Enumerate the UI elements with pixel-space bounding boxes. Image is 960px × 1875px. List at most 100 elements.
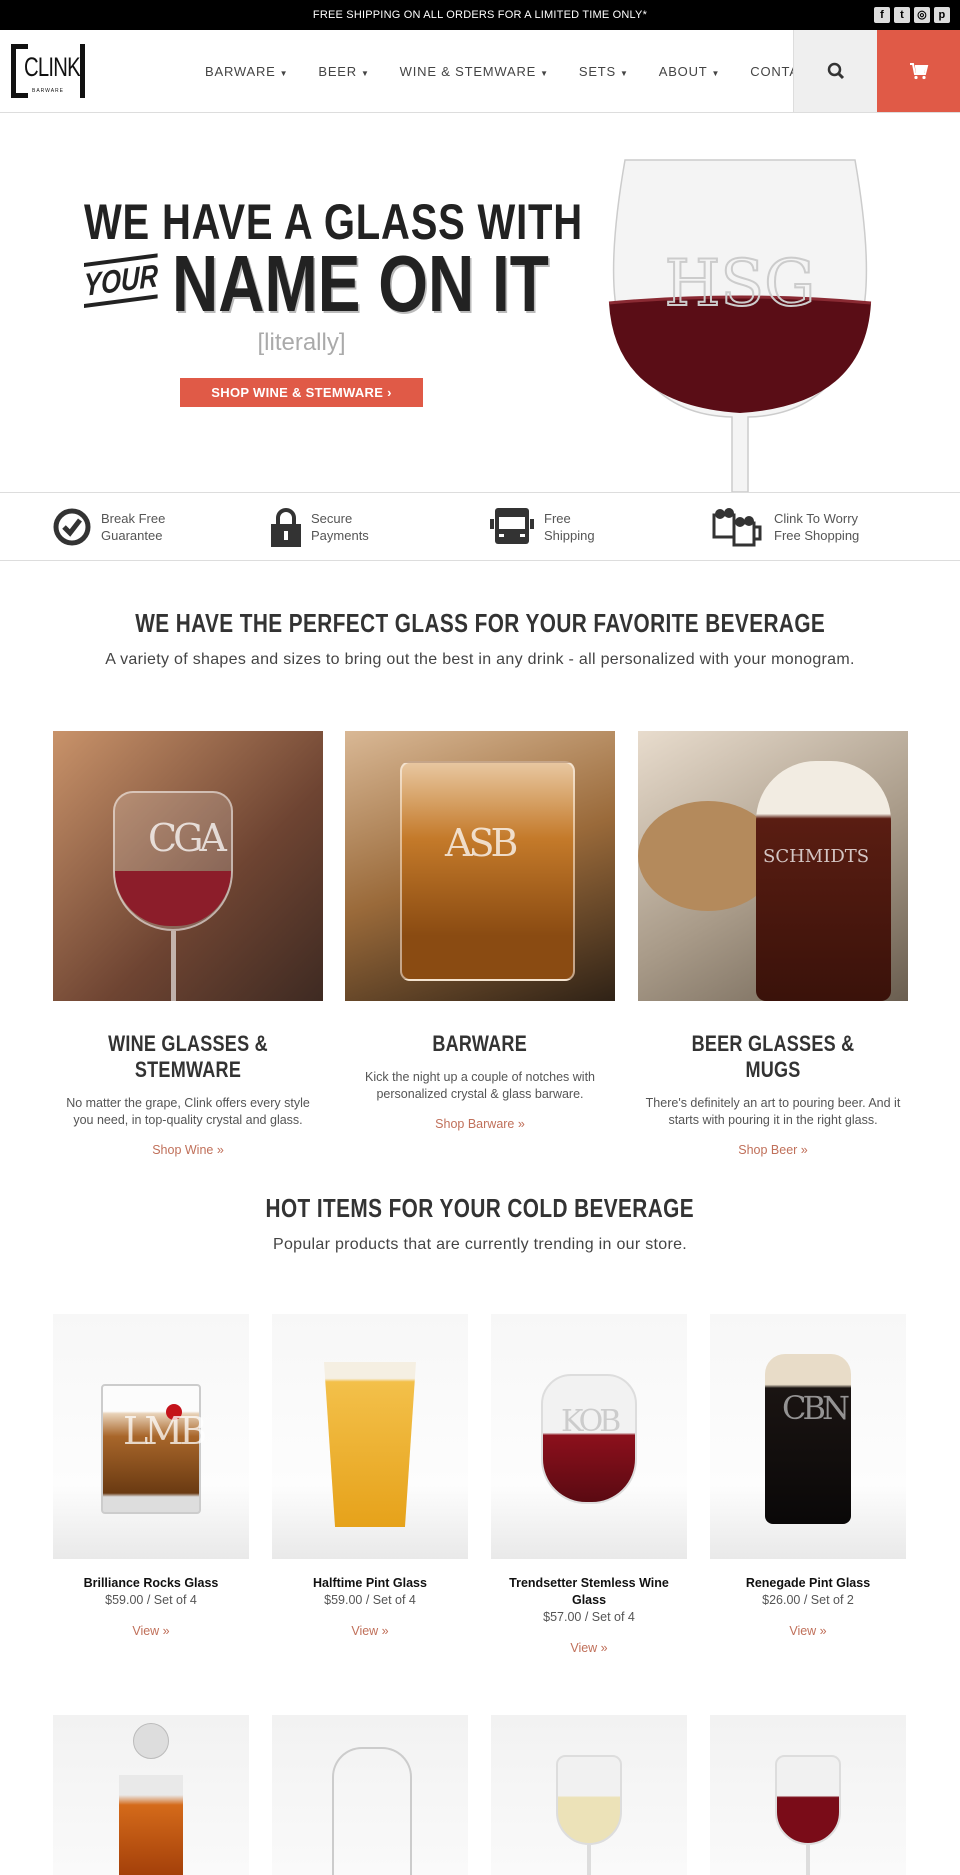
facebook-icon[interactable]: f bbox=[874, 7, 890, 23]
nav-label: WINE & STEMWARE bbox=[399, 63, 537, 79]
twitter-icon[interactable]: t bbox=[894, 7, 910, 23]
view-product-link[interactable]: View » bbox=[491, 1641, 687, 1655]
nav-about[interactable]: ABOUT ▼ bbox=[659, 64, 721, 79]
feature-label: Break Free bbox=[101, 510, 166, 526]
logo[interactable]: CLINK BARWARE bbox=[11, 44, 85, 98]
instagram-icon[interactable]: ◎ bbox=[914, 7, 930, 23]
product-name[interactable]: Brilliance Rocks Glass bbox=[53, 1575, 249, 1592]
caret-down-icon: ▼ bbox=[620, 68, 629, 78]
product-image-carafe[interactable] bbox=[272, 1715, 468, 1875]
category-description: No matter the grape, Clink offers every … bbox=[66, 1096, 310, 1127]
shop-beer-link[interactable]: Shop Beer » bbox=[638, 1143, 908, 1157]
product-image[interactable] bbox=[272, 1314, 468, 1559]
product-image[interactable]: LMB bbox=[53, 1314, 249, 1559]
hot-items-title: HOT ITEMS FOR YOUR COLD BEVERAGE bbox=[0, 1193, 960, 1224]
cart-button[interactable] bbox=[877, 30, 960, 112]
hot-items-subtitle: Popular products that are currently tren… bbox=[272, 1236, 688, 1253]
category-description: Kick the night up a couple of notches wi… bbox=[364, 1070, 595, 1101]
monogram: SCHMIDTS bbox=[763, 846, 870, 867]
logo-text: CLINK bbox=[24, 52, 81, 82]
main-nav: BARWARE ▼ BEER ▼ WINE & STEMWARE ▼ SETS ▼ AB… bbox=[205, 30, 818, 112]
category-wine: CGA WINE GLASSES & STEMWARE No matter th… bbox=[53, 731, 323, 1157]
social-links: f t ◎ p bbox=[874, 7, 950, 23]
monogram: KOB bbox=[561, 1404, 621, 1439]
caret-down-icon: ▼ bbox=[540, 68, 549, 78]
nav-label: BEER bbox=[318, 63, 357, 79]
feature-label: Clink To Worry bbox=[774, 510, 859, 526]
nav-label: BARWARE bbox=[205, 63, 276, 79]
feature-shipping: Free Shipping bbox=[490, 493, 595, 560]
product-name[interactable]: Halftime Pint Glass bbox=[272, 1575, 468, 1592]
search-button[interactable] bbox=[793, 30, 877, 112]
product-price: $59.00 / Set of 4 bbox=[324, 1593, 416, 1607]
product-name[interactable]: Renegade Pint Glass bbox=[710, 1575, 906, 1592]
view-product-link[interactable]: View » bbox=[710, 1624, 906, 1638]
beer-category-image[interactable]: SCHMIDTS bbox=[638, 731, 908, 1001]
shop-wine-link[interactable]: Shop Wine » bbox=[53, 1143, 323, 1157]
search-icon bbox=[827, 62, 844, 80]
nav-label: ABOUT bbox=[658, 63, 708, 79]
nav-barware[interactable]: BARWARE ▼ bbox=[205, 64, 288, 79]
categories-subtitle: A variety of shapes and sizes to bring o… bbox=[105, 651, 855, 668]
cart-icon bbox=[909, 63, 928, 80]
feature-label: Free bbox=[544, 510, 571, 526]
feature-guarantee: Break Free Guarantee bbox=[53, 493, 165, 560]
announcement-text: FREE SHIPPING ON ALL ORDERS FOR A LIMITE… bbox=[312, 9, 648, 21]
barware-category-image[interactable]: ASB bbox=[345, 731, 615, 1001]
product-card: KOB Trendsetter Stemless Wine Glass $57.… bbox=[491, 1314, 687, 1655]
title-text: BEER GLASSES & MUGS bbox=[691, 1031, 855, 1082]
beer-mugs-icon bbox=[712, 507, 762, 546]
product-name[interactable]: Trendsetter Stemless Wine Glass bbox=[491, 1575, 687, 1609]
logo-subtext: BARWARE bbox=[31, 88, 64, 94]
category-barware: ASB BARWARE Kick the night up a couple o… bbox=[345, 731, 615, 1131]
view-product-link[interactable]: View » bbox=[53, 1624, 249, 1638]
wine-glass-image: HSG bbox=[608, 159, 872, 492]
monogram: CGA bbox=[148, 816, 227, 860]
feature-label: Secure bbox=[311, 510, 353, 526]
feature-label: Free Shopping bbox=[774, 527, 860, 543]
hero-banner: WE HAVE A GLASS WITH YOUR NAME ON IT [li… bbox=[0, 113, 960, 492]
hero-headline-line2: NAME ON IT bbox=[172, 239, 549, 328]
nav-wine-stemware[interactable]: WINE & STEMWARE ▼ bbox=[400, 64, 549, 79]
category-title: WINE GLASSES & STEMWARE bbox=[53, 1031, 323, 1083]
truck-icon bbox=[490, 507, 534, 544]
nav-beer[interactable]: BEER ▼ bbox=[318, 64, 369, 79]
product-image-red-wine[interactable] bbox=[710, 1715, 906, 1875]
caret-down-icon: ▼ bbox=[360, 68, 370, 78]
product-card: Halftime Pint Glass $59.00 / Set of 4 Vi… bbox=[272, 1314, 468, 1638]
caret-down-icon: ▼ bbox=[711, 68, 721, 78]
product-image-decanter[interactable] bbox=[53, 1715, 249, 1875]
nav-sets[interactable]: SETS ▼ bbox=[579, 64, 629, 79]
wine-category-image[interactable]: CGA bbox=[53, 731, 323, 1001]
product-card: LMB Brilliance Rocks Glass $59.00 / Set … bbox=[53, 1314, 249, 1638]
feature-secure: Secure Payments bbox=[271, 493, 369, 560]
announcement-bar: FREE SHIPPING ON ALL ORDERS FOR A LIMITE… bbox=[0, 0, 960, 30]
monogram: ASB bbox=[445, 821, 518, 865]
monogram: LMB bbox=[123, 1409, 207, 1453]
view-product-link[interactable]: View » bbox=[272, 1624, 468, 1638]
product-image[interactable]: CBN bbox=[710, 1314, 906, 1559]
caret-down-icon: ▼ bbox=[279, 68, 289, 78]
feature-label: Guarantee bbox=[101, 527, 163, 543]
categories-title: WE HAVE THE PERFECT GLASS FOR YOUR FAVOR… bbox=[0, 608, 960, 639]
product-price: $59.00 / Set of 4 bbox=[105, 1593, 197, 1607]
hero-headline-your: YOUR bbox=[84, 253, 158, 308]
hero-tagline: [literally] bbox=[257, 329, 346, 356]
category-title: BEER GLASSES & MUGS bbox=[638, 1031, 908, 1083]
category-description: There's definitely an art to pouring bee… bbox=[645, 1096, 901, 1127]
hero-monogram: HSG bbox=[665, 247, 816, 321]
lock-icon bbox=[271, 507, 301, 547]
pinterest-icon[interactable]: p bbox=[934, 7, 950, 23]
category-title: BARWARE bbox=[345, 1031, 615, 1057]
nav-label: SETS bbox=[578, 63, 617, 79]
feature-worry-free: Clink To Worry Free Shopping bbox=[710, 493, 859, 560]
product-image[interactable]: KOB bbox=[491, 1314, 687, 1559]
shop-barware-link[interactable]: Shop Barware » bbox=[345, 1117, 615, 1131]
shop-wine-button[interactable]: SHOP WINE & STEMWARE › bbox=[180, 378, 423, 407]
product-card: CBN Renegade Pint Glass $26.00 / Set of … bbox=[710, 1314, 906, 1638]
product-price: $26.00 / Set of 2 bbox=[762, 1593, 854, 1607]
category-beer: SCHMIDTS BEER GLASSES & MUGS There's def… bbox=[638, 731, 908, 1157]
product-image-white-wine[interactable] bbox=[491, 1715, 687, 1875]
title-text: WE HAVE THE PERFECT GLASS FOR YOUR FAVOR… bbox=[135, 608, 825, 638]
feature-label: Shipping bbox=[544, 527, 595, 543]
